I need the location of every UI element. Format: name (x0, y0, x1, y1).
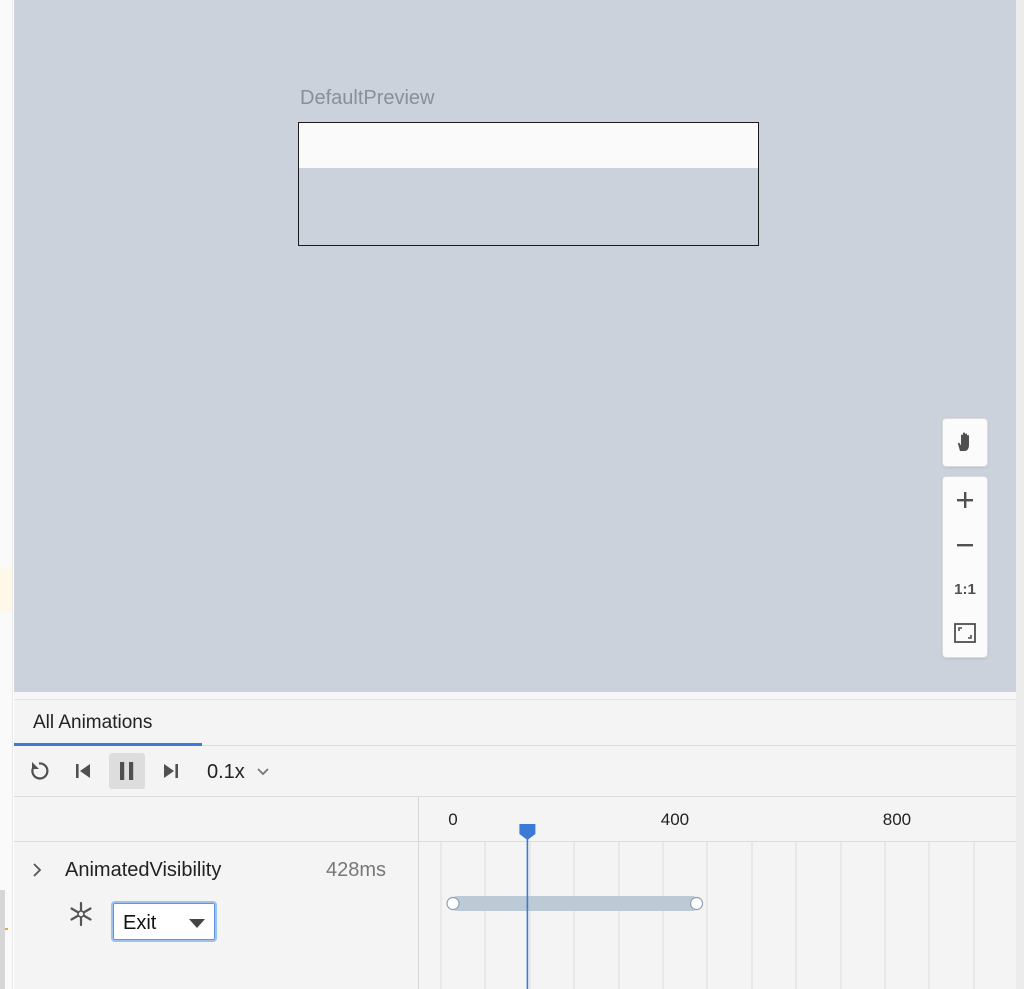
animation-duration: 428ms (326, 859, 387, 881)
tab-label: All Animations (33, 712, 153, 733)
preview-frame[interactable] (298, 122, 759, 246)
design-canvas[interactable]: DefaultPreview 1:1 (14, 0, 1016, 692)
chevron-right-icon[interactable] (30, 861, 44, 879)
animation-name: AnimatedVisibility (65, 859, 222, 881)
animation-list-header (14, 797, 418, 842)
speed-selector[interactable]: 0.1x (207, 761, 245, 784)
pan-tool-card (942, 418, 988, 467)
hand-icon[interactable] (943, 420, 987, 464)
animation-tabbar: All Animations (14, 700, 1016, 746)
animation-inspector-panel: All Animations 0.1x AnimatedVisibility 4… (14, 692, 1016, 989)
playback-toolbar: 0.1x (14, 746, 1016, 797)
skip-to-start-icon[interactable] (65, 753, 101, 789)
animation-list: AnimatedVisibility 428ms Exit (14, 797, 418, 989)
fit-screen-icon[interactable] (943, 611, 987, 655)
animation-state-dropdown[interactable]: Exit (111, 901, 217, 942)
freeze-icon[interactable] (68, 901, 94, 927)
playhead[interactable] (419, 797, 1016, 989)
chevron-down-icon[interactable] (255, 763, 271, 779)
preview-title: DefaultPreview (300, 87, 435, 109)
gutter-edge (0, 890, 5, 989)
left-gutter (0, 0, 13, 989)
tab-all-animations[interactable]: All Animations (14, 700, 202, 746)
minus-icon[interactable] (943, 523, 987, 567)
replay-icon[interactable] (21, 753, 57, 789)
dropdown-caret-icon (189, 919, 205, 928)
actual-size-button[interactable]: 1:1 (943, 567, 987, 611)
pause-icon[interactable] (109, 753, 145, 789)
timeline-pane[interactable]: 0 400 800 (419, 797, 1016, 989)
state-value: Exit (123, 912, 157, 934)
plus-icon[interactable] (943, 478, 987, 522)
zoom-tool-card: 1:1 (942, 476, 988, 658)
playhead-knob[interactable] (519, 824, 536, 840)
right-gutter (1016, 0, 1024, 989)
gutter-highlight (0, 568, 12, 612)
panel-splitter[interactable] (14, 692, 1016, 700)
preview-content-bar (299, 123, 758, 168)
skip-to-end-icon[interactable] (153, 753, 189, 789)
